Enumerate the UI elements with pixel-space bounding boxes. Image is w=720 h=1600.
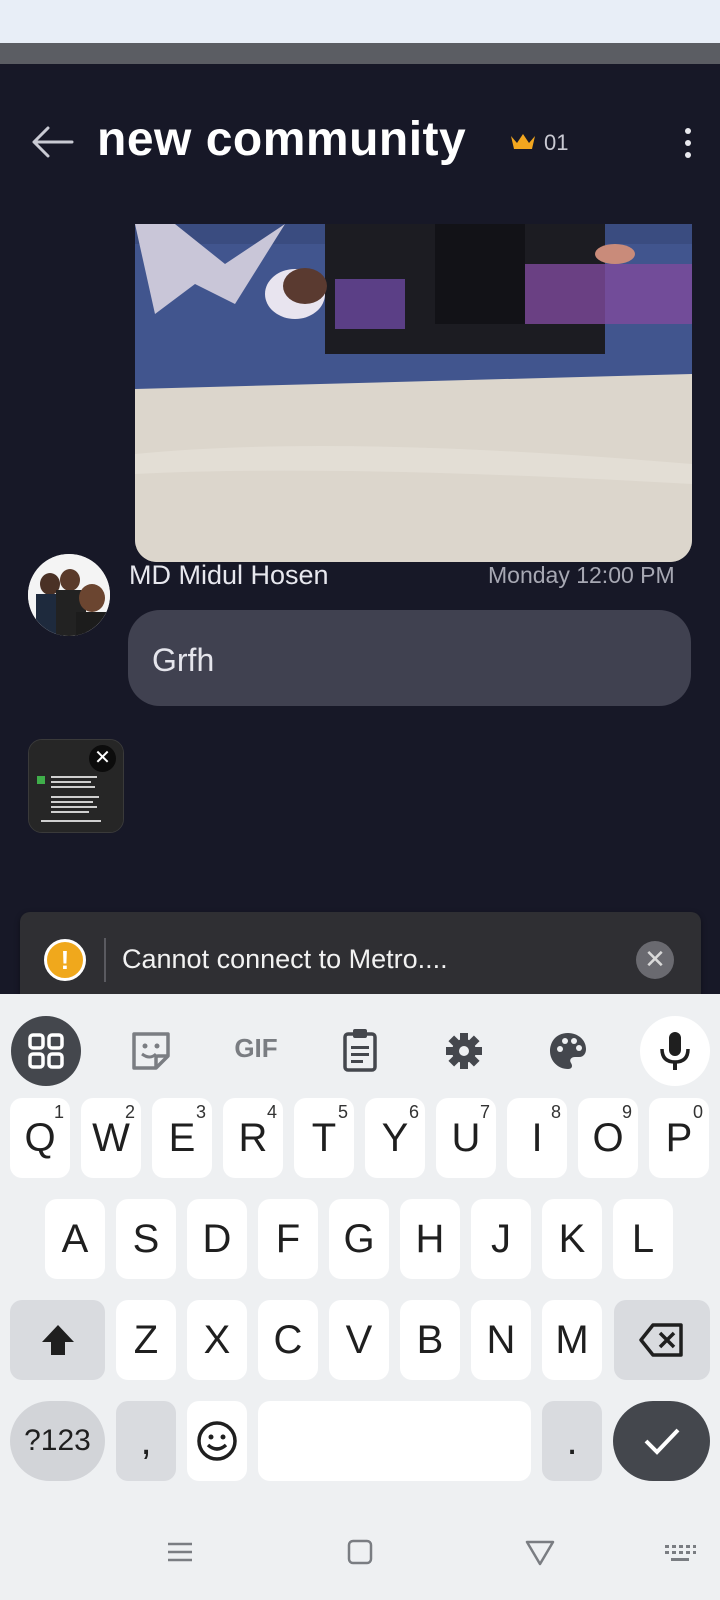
key-w[interactable]: W2	[81, 1098, 141, 1178]
key-x[interactable]: X	[187, 1300, 247, 1380]
symbols-key[interactable]: ?123	[10, 1401, 105, 1481]
emoji-icon	[197, 1421, 237, 1461]
key-i[interactable]: I8	[507, 1098, 567, 1178]
key-j[interactable]: J	[471, 1199, 531, 1279]
sticker-icon[interactable]	[116, 1016, 186, 1086]
clipboard-icon[interactable]	[325, 1016, 395, 1086]
error-toast: ! Cannot connect to Metro.... ✕	[20, 912, 701, 994]
shift-arrow-icon	[41, 1325, 74, 1355]
chat-screen: new community 01 MD Midul Hosen Monday 1…	[0, 64, 720, 994]
key-e[interactable]: E3	[152, 1098, 212, 1178]
remove-attachment-icon[interactable]: ✕	[89, 745, 116, 772]
key-v[interactable]: V	[329, 1300, 389, 1380]
shift-key[interactable]	[10, 1300, 105, 1380]
toast-divider	[104, 938, 106, 982]
status-bar	[0, 43, 720, 64]
key-n[interactable]: N	[471, 1300, 531, 1380]
key-r[interactable]: R4	[223, 1098, 283, 1178]
keyboard-nav-icon[interactable]	[662, 1535, 698, 1569]
back-nav-icon[interactable]	[522, 1535, 558, 1569]
backspace-icon	[639, 1323, 683, 1357]
period-key[interactable]: .	[542, 1401, 602, 1481]
shared-photo[interactable]	[135, 224, 692, 562]
checkmark-icon	[644, 1428, 679, 1455]
menu-nav-icon[interactable]	[162, 1535, 198, 1569]
backspace-key[interactable]	[614, 1300, 710, 1380]
key-p[interactable]: P0	[649, 1098, 709, 1178]
avatar[interactable]	[28, 554, 110, 636]
mic-icon[interactable]	[640, 1016, 710, 1086]
top-strip	[0, 0, 720, 43]
key-h[interactable]: H	[400, 1199, 460, 1279]
key-s[interactable]: S	[116, 1199, 176, 1279]
sender-name: MD Midul Hosen	[129, 560, 329, 590]
apps-grid-icon[interactable]	[11, 1016, 81, 1086]
key-u[interactable]: U7	[436, 1098, 496, 1178]
gif-button[interactable]: GIF	[221, 1028, 291, 1068]
settings-icon[interactable]	[429, 1016, 499, 1086]
comma-key[interactable]: ,	[116, 1401, 176, 1481]
message-time: Monday 12:00 PM	[488, 562, 675, 588]
more-options-icon[interactable]	[676, 124, 700, 164]
key-d[interactable]: D	[187, 1199, 247, 1279]
message-text: Grfh	[152, 642, 215, 678]
close-toast-icon[interactable]: ✕	[636, 941, 674, 979]
toast-message: Cannot connect to Metro....	[122, 944, 448, 974]
key-q[interactable]: Q1	[10, 1098, 70, 1178]
app-bar: new community 01	[0, 64, 720, 224]
enter-key[interactable]	[613, 1401, 710, 1481]
page-title: new community	[97, 113, 467, 166]
space-key[interactable]	[258, 1401, 531, 1481]
key-g[interactable]: G	[329, 1199, 389, 1279]
key-a[interactable]: A	[45, 1199, 105, 1279]
warning-icon: !	[44, 939, 86, 981]
key-l[interactable]: L	[613, 1199, 673, 1279]
navigation-bar	[0, 1502, 720, 1600]
palette-icon[interactable]	[533, 1016, 603, 1086]
back-arrow-icon[interactable]	[28, 122, 76, 162]
key-k[interactable]: K	[542, 1199, 602, 1279]
key-c[interactable]: C	[258, 1300, 318, 1380]
key-m[interactable]: M	[542, 1300, 602, 1380]
key-f[interactable]: F	[258, 1199, 318, 1279]
key-y[interactable]: Y6	[365, 1098, 425, 1178]
key-b[interactable]: B	[400, 1300, 460, 1380]
emoji-key[interactable]	[187, 1401, 247, 1481]
key-t[interactable]: T5	[294, 1098, 354, 1178]
home-nav-icon[interactable]	[342, 1535, 378, 1569]
key-z[interactable]: Z	[116, 1300, 176, 1380]
key-o[interactable]: O9	[578, 1098, 638, 1178]
message-bubble[interactable]: Grfh	[128, 610, 691, 706]
member-count: 01	[544, 130, 569, 155]
crown-icon	[511, 134, 535, 149]
